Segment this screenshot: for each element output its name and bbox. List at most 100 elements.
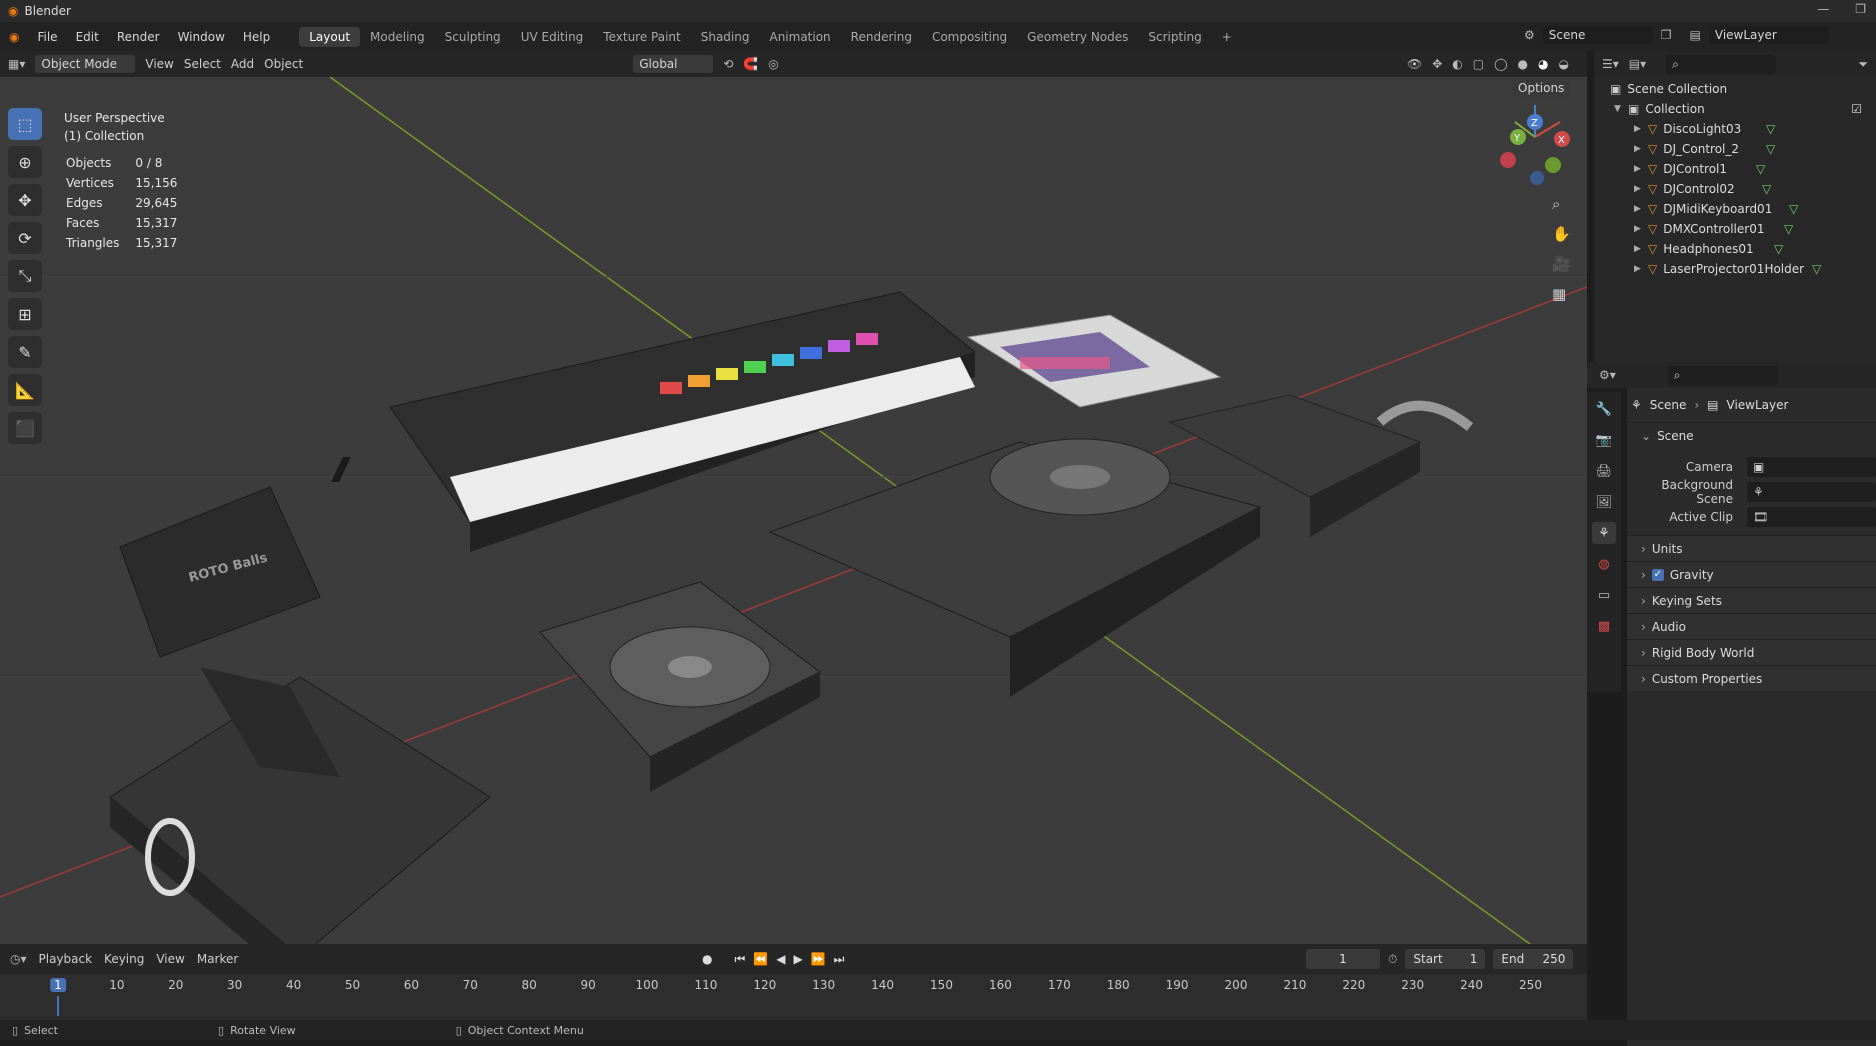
select-menu[interactable]: Select bbox=[184, 57, 221, 71]
scale-tool-icon[interactable]: ⤡ bbox=[8, 260, 42, 292]
jump-end-icon[interactable]: ⏭ bbox=[834, 952, 845, 967]
options-button[interactable]: Options bbox=[1512, 79, 1571, 97]
output-tab-icon[interactable]: 🖨 bbox=[1592, 460, 1616, 482]
menu-window[interactable]: Window bbox=[169, 30, 234, 44]
tab-texture-paint[interactable]: Texture Paint bbox=[593, 27, 690, 47]
tool-tab-icon[interactable]: 🔧 bbox=[1592, 398, 1616, 420]
transform-tool-icon[interactable]: ⊞ bbox=[8, 298, 42, 330]
collection-checkbox[interactable]: ☑ bbox=[1851, 102, 1862, 116]
proportional-edit-icon[interactable]: ◎ bbox=[768, 57, 778, 71]
active-clip-field[interactable]: 🎞 bbox=[1747, 506, 1876, 527]
editor-type-icon[interactable]: ▦▾ bbox=[8, 57, 25, 71]
tab-sculpting[interactable]: Sculpting bbox=[435, 27, 511, 47]
clock-icon[interactable]: ⏱ bbox=[1388, 952, 1397, 967]
timeline[interactable]: 1 10 20 30 40 50 60 70 80 90 100 110 120 130 140 150 160… bbox=[0, 974, 1587, 1020]
menu-render[interactable]: Render bbox=[108, 30, 169, 44]
object-menu[interactable]: Object bbox=[264, 57, 303, 71]
mesh-data-icon[interactable]: ▽ bbox=[1784, 222, 1793, 236]
mesh-data-icon[interactable]: ▽ bbox=[1766, 142, 1775, 156]
tab-modeling[interactable]: Modeling bbox=[360, 27, 435, 47]
outliner-item[interactable]: ▶ ▽ DJMidiKeyboard01 ▽ bbox=[1594, 199, 1876, 219]
record-icon[interactable]: ● bbox=[702, 952, 712, 967]
outliner-item[interactable]: ▶ ▽ DJ_Control_2 ▽ bbox=[1594, 139, 1876, 159]
tab-uv-editing[interactable]: UV Editing bbox=[511, 27, 594, 47]
tab-animation[interactable]: Animation bbox=[759, 27, 840, 47]
transform-orientation[interactable]: Global bbox=[633, 55, 714, 73]
expand-arrow-icon[interactable]: ▶ bbox=[1634, 164, 1648, 174]
pan-hand-icon[interactable]: ✋ bbox=[1552, 225, 1571, 243]
view-menu[interactable]: View bbox=[145, 57, 173, 71]
expand-arrow-icon[interactable]: ▶ bbox=[1634, 244, 1648, 254]
background-scene-field[interactable]: ⚘ bbox=[1747, 481, 1876, 502]
mesh-data-icon[interactable]: ▽ bbox=[1774, 242, 1783, 256]
play-reverse-icon[interactable]: ◀ bbox=[776, 952, 785, 967]
mesh-data-icon[interactable]: ▽ bbox=[1766, 122, 1775, 136]
mesh-data-icon[interactable]: ▽ bbox=[1762, 182, 1771, 196]
keying-sets-section[interactable]: › Keying Sets bbox=[1627, 587, 1876, 613]
tab-layout[interactable]: Layout bbox=[299, 26, 361, 47]
expand-arrow-icon[interactable]: ▶ bbox=[1634, 224, 1648, 234]
camera-view-icon[interactable]: 🎥 bbox=[1552, 255, 1571, 273]
tab-compositing[interactable]: Compositing bbox=[922, 27, 1017, 47]
gizmo-icon[interactable]: ✥ bbox=[1432, 57, 1442, 71]
outliner-item[interactable]: ▶ ▽ DiscoLight03 ▽ bbox=[1594, 119, 1876, 139]
outliner-item[interactable]: ▶ ▽ DJControl1 ▽ bbox=[1594, 159, 1876, 179]
annotate-tool-icon[interactable]: ✎ bbox=[8, 336, 42, 368]
collection-row[interactable]: ▼ ▣ Collection ☑ bbox=[1594, 99, 1876, 119]
viewlayer-selector[interactable]: ViewLayer bbox=[1708, 26, 1829, 44]
units-section[interactable]: › Units bbox=[1627, 535, 1876, 561]
xray-icon[interactable]: ▢ bbox=[1473, 57, 1484, 71]
camera-field[interactable]: ▣ bbox=[1747, 456, 1876, 477]
rotate-tool-icon[interactable]: ⟳ bbox=[8, 222, 42, 254]
expand-arrow-icon[interactable]: ▶ bbox=[1634, 264, 1648, 274]
blender-menu-icon[interactable]: ◉ bbox=[0, 30, 28, 44]
restore-icon[interactable]: ❐ bbox=[1855, 2, 1866, 16]
collapse-arrow-icon[interactable]: ▼ bbox=[1614, 104, 1628, 114]
mesh-data-icon[interactable]: ▽ bbox=[1812, 262, 1821, 276]
tab-geometry-nodes[interactable]: Geometry Nodes bbox=[1017, 27, 1138, 47]
snap-icon[interactable]: 🧲 bbox=[743, 57, 758, 71]
properties-editor-icon[interactable]: ⚙▾ bbox=[1599, 368, 1616, 382]
gravity-checkbox[interactable]: ✓ bbox=[1651, 568, 1664, 581]
properties-search-input[interactable]: ⌕ bbox=[1667, 365, 1778, 385]
measure-tool-icon[interactable]: 📐 bbox=[8, 374, 42, 406]
view-menu[interactable]: View bbox=[156, 952, 184, 966]
new-scene-icon[interactable]: ❐ bbox=[1661, 28, 1672, 42]
viewlayer-icon[interactable]: ▤ bbox=[1690, 28, 1701, 42]
scene-tab-icon[interactable]: ⚘ bbox=[1592, 522, 1616, 544]
3d-viewport[interactable]: ROTO Balls Z X Y User Perspective (1) Co… bbox=[0, 77, 1587, 944]
add-cube-tool-icon[interactable]: ⬛ bbox=[8, 412, 42, 444]
wireframe-shading-icon[interactable]: ◯ bbox=[1494, 57, 1507, 71]
visibility-icon[interactable]: 👁 bbox=[1407, 57, 1422, 71]
outliner-item[interactable]: ▶ ▽ Headphones01 ▽ bbox=[1594, 239, 1876, 259]
menu-edit[interactable]: Edit bbox=[67, 30, 108, 44]
add-workspace-icon[interactable]: + bbox=[1212, 27, 1242, 47]
marker-menu[interactable]: Marker bbox=[197, 952, 238, 966]
cursor-tool-icon[interactable]: ⊕ bbox=[8, 146, 42, 178]
menu-help[interactable]: Help bbox=[234, 30, 279, 44]
move-tool-icon[interactable]: ✥ bbox=[8, 184, 42, 216]
gravity-section[interactable]: › ✓ Gravity bbox=[1627, 561, 1876, 587]
overlay-icon[interactable]: ◐ bbox=[1452, 57, 1462, 71]
pivot-icon[interactable]: ⟲ bbox=[723, 57, 733, 71]
mesh-data-icon[interactable]: ▽ bbox=[1789, 202, 1798, 216]
tab-rendering[interactable]: Rendering bbox=[841, 27, 922, 47]
view-layer-tab-icon[interactable]: 🖼 bbox=[1592, 491, 1616, 513]
expand-arrow-icon[interactable]: ▶ bbox=[1634, 124, 1648, 134]
outliner-search-input[interactable]: ⌕ bbox=[1666, 54, 1777, 74]
custom-properties-section[interactable]: › Custom Properties bbox=[1627, 665, 1876, 691]
display-mode-icon[interactable]: ▤▾ bbox=[1629, 57, 1646, 71]
outliner-item[interactable]: ▶ ▽ DJControl02 ▽ bbox=[1594, 179, 1876, 199]
add-menu[interactable]: Add bbox=[231, 57, 254, 71]
scene-icon[interactable]: ⚙ bbox=[1524, 28, 1535, 42]
audio-section[interactable]: › Audio bbox=[1627, 613, 1876, 639]
outliner-item[interactable]: ▶ ▽ LaserProjector01Holder ▽ bbox=[1594, 259, 1876, 279]
playback-menu[interactable]: Playback bbox=[39, 952, 93, 966]
expand-arrow-icon[interactable]: ▶ bbox=[1634, 144, 1648, 154]
menu-file[interactable]: File bbox=[28, 30, 66, 44]
material-shading-icon[interactable]: ◕ bbox=[1538, 57, 1548, 71]
next-keyframe-icon[interactable]: ⏩ bbox=[811, 952, 826, 967]
scene-collection-row[interactable]: ▣ Scene Collection bbox=[1594, 79, 1876, 99]
texture-tab-icon[interactable]: ▩ bbox=[1592, 615, 1616, 637]
minimize-icon[interactable]: — bbox=[1817, 2, 1829, 16]
